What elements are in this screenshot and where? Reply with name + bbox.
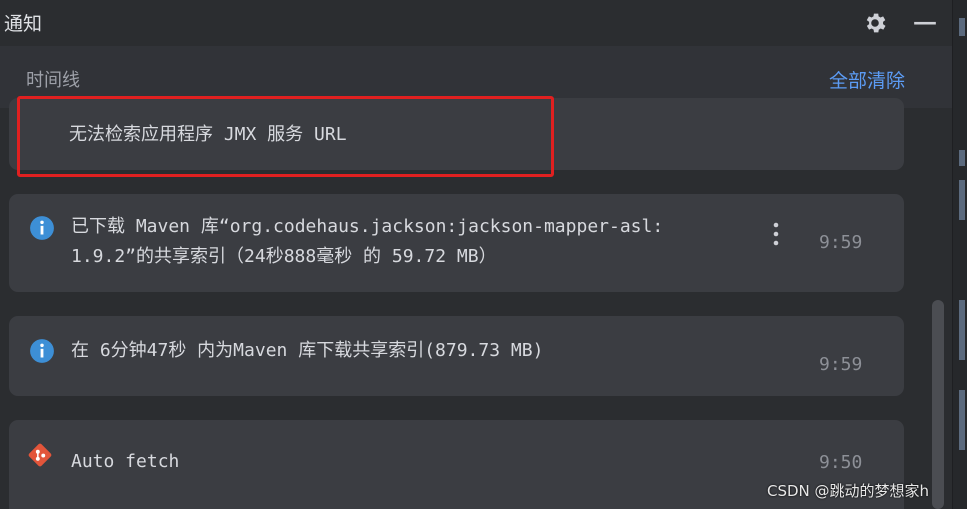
notification-card-maven-index[interactable]: 已下载 Maven 库“org.codehaus.jackson:jackson… <box>9 194 904 292</box>
gear-icon[interactable] <box>862 10 888 36</box>
panel-title: 通知 <box>4 13 43 35</box>
info-icon <box>30 216 54 240</box>
minimize-icon[interactable] <box>912 10 938 36</box>
notification-text-line1: 已下载 Maven 库“org.codehaus.jackson:jackson… <box>71 216 664 237</box>
notification-card-maven-download[interactable]: 在 6分钟47秒 内为Maven 库下载共享索引(879.73 MB) 9:59 <box>9 316 904 396</box>
notification-text: Auto fetch <box>71 451 180 472</box>
strip-mark <box>959 180 965 220</box>
csdn-watermark: CSDN @跳动的梦想家h <box>767 482 930 500</box>
notification-text: 在 6分钟47秒 内为Maven 库下载共享索引(879.73 MB) <box>71 340 544 361</box>
scrollbar-thumb[interactable] <box>932 300 944 509</box>
git-icon <box>28 443 52 467</box>
more-options-icon[interactable] <box>771 221 781 247</box>
title-bar: 通知 <box>0 0 952 46</box>
notification-card-jmx[interactable]: 无法检索应用程序 JMX 服务 URL <box>9 98 904 170</box>
notification-text: 无法检索应用程序 JMX 服务 URL <box>69 124 347 145</box>
info-icon <box>30 339 54 363</box>
timeline-label: 时间线 <box>26 70 80 91</box>
strip-mark <box>959 300 965 360</box>
clear-all-link[interactable]: 全部清除 <box>829 66 905 93</box>
strip-mark <box>959 150 965 166</box>
notifications-panel: 通知 时间线 全部清除 无法检索应用程序 JMX 服务 URL 已下载 Mave… <box>0 0 967 509</box>
strip-mark <box>959 390 965 450</box>
notification-time: 9:50 <box>819 452 863 473</box>
right-tool-strip <box>952 0 967 509</box>
strip-mark <box>959 18 965 36</box>
notification-time: 9:59 <box>819 354 863 375</box>
notification-list: 无法检索应用程序 JMX 服务 URL 已下载 Maven 库“org.code… <box>0 98 952 509</box>
notification-time: 9:59 <box>819 232 863 253</box>
notification-text-line2: 1.9.2”的共享索引（24秒888毫秒 的 59.72 MB） <box>71 246 497 267</box>
